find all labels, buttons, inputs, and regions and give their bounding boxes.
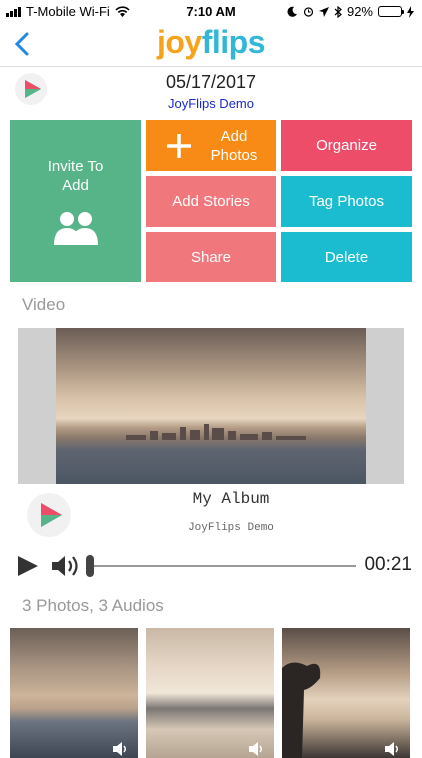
album-date: 05/17/2017 <box>165 72 257 92</box>
add-photos-label: Add Photos <box>210 127 258 164</box>
add-stories-label: Add Stories <box>172 193 250 210</box>
media-summary-label: 3 Photos, 3 Audios <box>22 596 164 615</box>
status-bar: T-Mobile Wi-Fi 7:10 AM 92% <box>0 0 422 22</box>
delete-label: Delete <box>324 248 369 266</box>
player-title: My Album <box>192 490 270 508</box>
photo-thumbnail[interactable] <box>146 628 274 758</box>
city-skyline <box>116 424 316 440</box>
play-icon[interactable] <box>16 555 40 577</box>
app-logo: joyflips <box>156 24 266 60</box>
player-controls: 00:21 <box>14 551 414 581</box>
speaker-icon <box>249 742 262 756</box>
battery-icon <box>378 6 404 17</box>
invite-to-add-button[interactable]: Invite To Add <box>10 120 141 282</box>
people-icon <box>53 212 98 245</box>
location-icon <box>318 6 329 17</box>
add-stories-button[interactable]: Add Stories <box>146 176 276 227</box>
nav-bar: joyflips <box>0 22 422 67</box>
delete-button[interactable]: Delete <box>281 232 412 282</box>
status-right: 92% <box>287 4 414 19</box>
plus-icon <box>166 133 191 158</box>
speaker-icon <box>113 742 126 756</box>
album-header: 05/17/2017 JoyFlips Demo <box>0 66 422 116</box>
photo-thumbnail[interactable] <box>282 628 410 758</box>
photo-thumbnail[interactable] <box>10 628 138 758</box>
speaker-icon[interactable] <box>50 554 82 578</box>
organize-button[interactable]: Organize <box>281 120 412 171</box>
add-photos-button[interactable]: Add Photos <box>146 120 276 171</box>
tree-silhouette <box>282 662 321 758</box>
organize-label: Organize <box>316 137 377 154</box>
progress-thumb[interactable] <box>86 555 94 577</box>
video-section-label: Video <box>22 295 66 314</box>
share-button[interactable]: Share <box>146 232 276 282</box>
tag-photos-label: Tag Photos <box>308 193 385 210</box>
invite-label: Invite To Add <box>47 158 104 194</box>
video-frame[interactable] <box>56 328 366 484</box>
video-player[interactable] <box>18 328 404 484</box>
bluetooth-icon <box>334 5 342 18</box>
duration-label: 00:21 <box>364 554 412 575</box>
player-subtitle: JoyFlips Demo <box>188 522 274 534</box>
tag-photos-button[interactable]: Tag Photos <box>281 176 412 227</box>
speaker-icon <box>385 742 398 756</box>
album-name: JoyFlips Demo <box>168 96 254 111</box>
progress-track[interactable] <box>90 565 356 567</box>
share-label: Share <box>190 248 232 266</box>
charging-icon <box>407 5 414 18</box>
alarm-icon <box>303 7 314 17</box>
moon-icon <box>287 6 297 17</box>
battery-percent: 92% <box>346 4 373 19</box>
